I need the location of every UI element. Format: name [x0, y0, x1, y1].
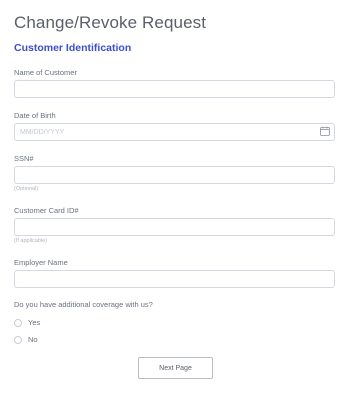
radio-label-no: No — [28, 335, 38, 344]
date-of-birth-input[interactable] — [14, 123, 335, 141]
card-id-sublabel: (If applicable) — [14, 238, 48, 244]
calendar-icon[interactable] — [320, 126, 330, 136]
coverage-question-label: Do you have additional coverage with us? — [14, 300, 153, 309]
section-title: Customer Identification — [14, 42, 132, 54]
ssn-label: SSN# — [14, 154, 34, 163]
card-id-label: Customer Card ID# — [14, 206, 79, 215]
radio-button-yes[interactable] — [14, 318, 22, 327]
coverage-option-no[interactable]: No — [14, 335, 38, 344]
radio-button-no[interactable] — [14, 335, 22, 344]
next-page-button[interactable]: Next Page — [138, 357, 213, 379]
coverage-option-yes[interactable]: Yes — [14, 318, 40, 327]
employer-input[interactable] — [14, 270, 335, 288]
card-id-input[interactable] — [14, 218, 335, 236]
date-of-birth-field[interactable] — [14, 123, 335, 141]
radio-label-yes: Yes — [28, 318, 41, 327]
employer-label: Employer Name — [14, 258, 68, 267]
ssn-sublabel: (Optional) — [14, 186, 39, 192]
date-of-birth-label: Date of Birth — [14, 111, 56, 120]
ssn-input[interactable] — [14, 166, 335, 184]
customer-name-label: Name of Customer — [14, 68, 77, 77]
customer-name-input[interactable] — [14, 80, 335, 98]
page-title: Change/Revoke Request — [14, 13, 207, 32]
